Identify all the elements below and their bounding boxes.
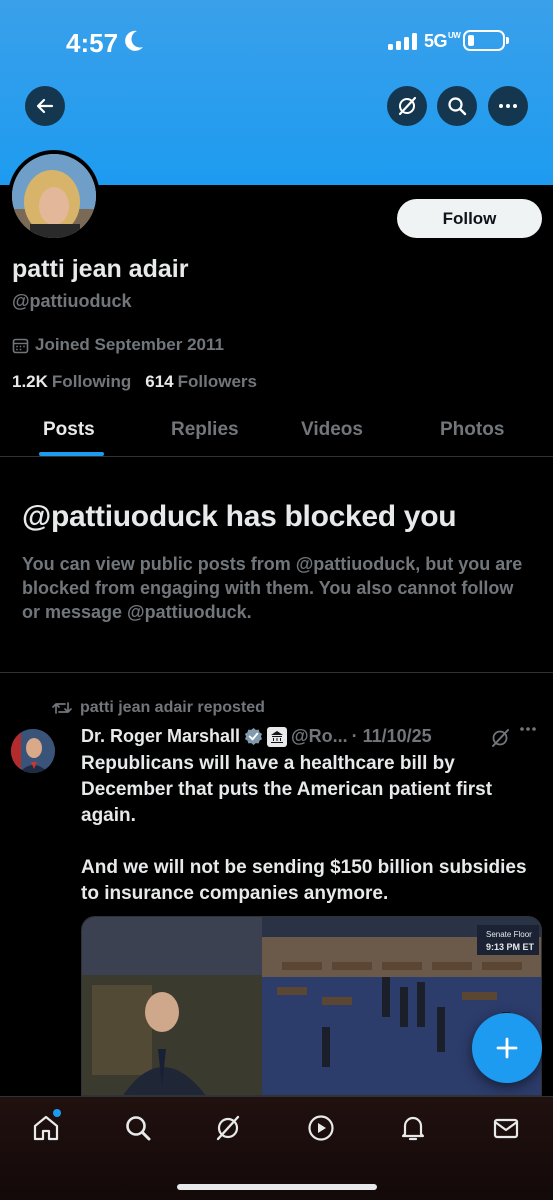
status-time: 4:57: [66, 28, 119, 58]
post-text: Republicans will have a healthcare bill …: [81, 753, 527, 904]
profile-tabs: Posts Replies Videos Photos: [0, 405, 553, 457]
search-button[interactable]: [437, 86, 477, 126]
tab-videos[interactable]: Videos: [301, 419, 363, 441]
calendar-icon: [12, 338, 29, 353]
repost-indicator: patti jean adair reposted: [52, 699, 265, 717]
tab-replies[interactable]: Replies: [171, 419, 239, 441]
grok-icon[interactable]: [489, 727, 511, 749]
post-media-video[interactable]: Senate Floor 9:13 PM ET: [81, 916, 542, 1096]
post-author-handle[interactable]: @Ro...: [291, 726, 348, 747]
divider: [0, 672, 553, 673]
messages-icon[interactable]: [491, 1113, 521, 1143]
following-link[interactable]: 1.2K Following: [12, 372, 131, 392]
grok-button[interactable]: [387, 86, 427, 126]
tab-photos[interactable]: Photos: [440, 419, 504, 441]
tab-posts[interactable]: Posts: [43, 419, 95, 441]
grok-icon: [398, 96, 417, 116]
chyron-time: 9:13 PM ET: [486, 942, 535, 952]
more-options-button[interactable]: [488, 86, 528, 126]
play-icon[interactable]: [306, 1113, 336, 1143]
verified-badge-icon: [244, 727, 263, 746]
government-badge-icon: [267, 726, 288, 747]
battery-icon: [463, 30, 509, 51]
display-name: patti jean adair: [12, 255, 189, 283]
network-indicator: 5GUW: [424, 31, 461, 51]
compose-button[interactable]: [472, 1013, 542, 1083]
back-arrow-icon: [36, 98, 54, 114]
more-icon: [499, 104, 517, 108]
post-more-icon[interactable]: [519, 726, 537, 732]
chyron-location: Senate Floor: [486, 930, 532, 939]
home-indicator: [177, 1184, 377, 1190]
status-bar: 4:57 5GUW: [0, 0, 553, 80]
video-thumbnail: Senate Floor 9:13 PM ET: [82, 917, 541, 1095]
signal-strength-icon: [388, 33, 417, 50]
followers-link[interactable]: 614 Followers: [145, 372, 257, 392]
grok-icon[interactable]: [213, 1113, 243, 1143]
repost-icon: [52, 702, 72, 714]
repost-label[interactable]: patti jean adair reposted: [80, 699, 265, 717]
blocked-title: @pattiuoduck has blocked you: [22, 500, 457, 533]
follow-counts: 1.2K Following 614 Followers: [12, 372, 257, 392]
post-author-avatar[interactable]: [11, 729, 55, 773]
search-icon: [448, 97, 467, 116]
home-notification-dot: [53, 1109, 61, 1117]
notifications-icon[interactable]: [398, 1113, 428, 1143]
home-icon[interactable]: [31, 1113, 61, 1143]
back-button[interactable]: [25, 86, 65, 126]
moon-icon: [125, 30, 143, 51]
search-icon[interactable]: [123, 1113, 153, 1143]
post-header: Dr. Roger Marshall @Ro... · 11/10/25: [81, 726, 432, 747]
user-handle: @pattiuoduck: [12, 291, 132, 311]
avatar-image: [12, 154, 96, 238]
joined-date: Joined September 2011: [12, 335, 224, 355]
post-date[interactable]: · 11/10/25: [352, 726, 432, 747]
plus-icon: [496, 1037, 518, 1059]
post-author-name[interactable]: Dr. Roger Marshall: [81, 726, 240, 747]
joined-text: Joined September 2011: [35, 335, 224, 354]
profile-avatar[interactable]: [8, 150, 100, 242]
blocked-description: You can view public posts from @pattiuod…: [22, 554, 523, 622]
active-tab-indicator: [39, 452, 104, 456]
author-avatar-image: [11, 729, 55, 773]
follow-button[interactable]: Follow: [397, 199, 542, 238]
